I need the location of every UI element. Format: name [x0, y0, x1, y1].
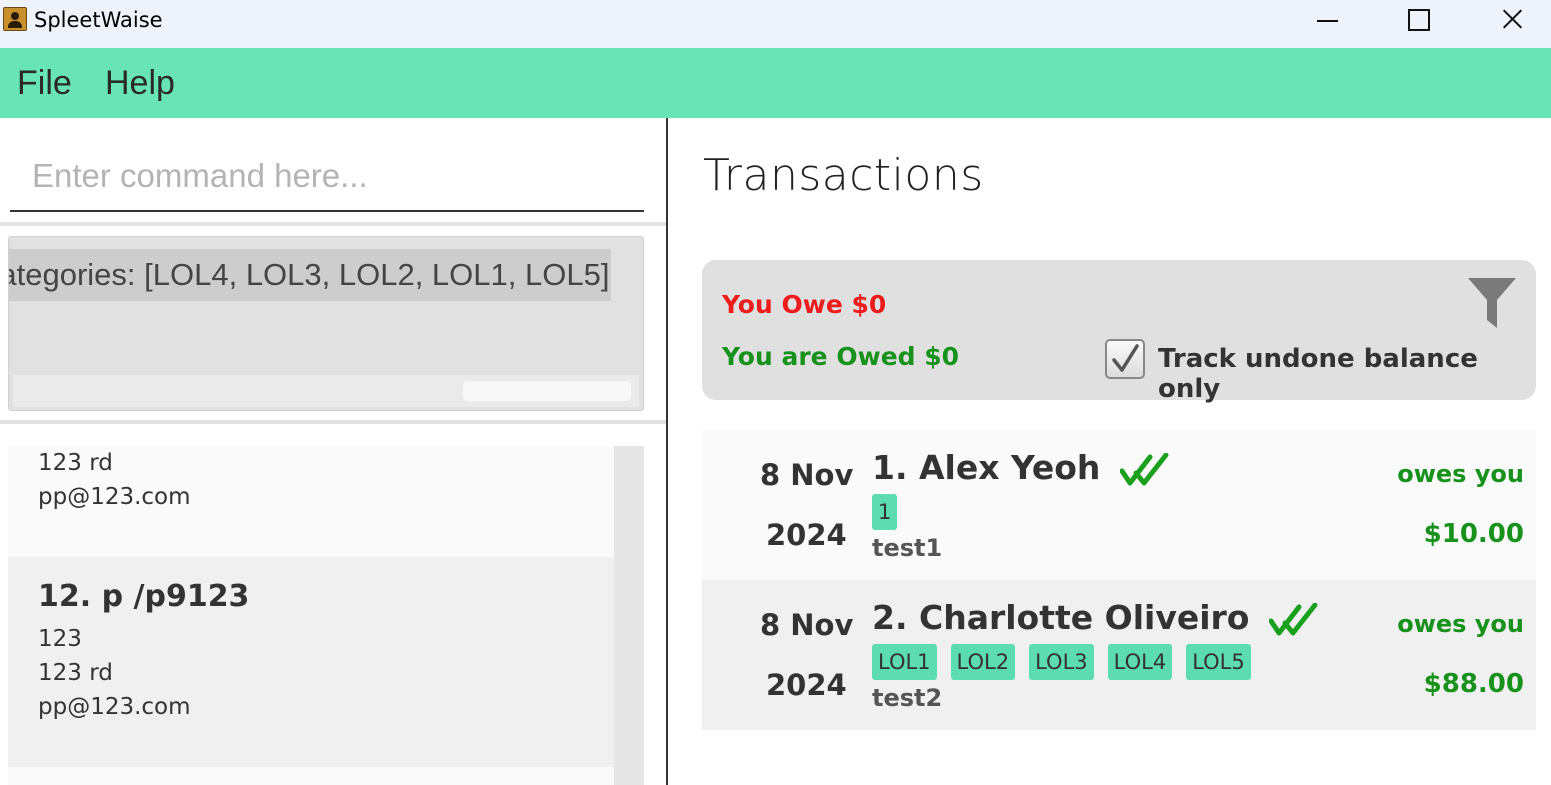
category-tag: LOL5: [1186, 644, 1251, 680]
left-panel: Categories: [LOL4, LOL3, LOL2, LOL1, LOL…: [0, 118, 666, 785]
transaction-day: 8 Nov: [760, 458, 854, 492]
transaction-description: test2: [872, 684, 943, 712]
funnel-icon[interactable]: [1468, 278, 1516, 328]
transaction-categories: LOL1 LOL2 LOL3 LOL4 LOL5: [872, 644, 1265, 680]
transaction-categories: 1: [872, 494, 911, 530]
checkmark-icon: [1112, 344, 1139, 372]
divider: [0, 222, 666, 226]
track-undone-label: Track undone balance only: [1158, 344, 1478, 404]
menu-bar: File Help: [0, 48, 1551, 118]
category-tag: LOL4: [1107, 644, 1173, 680]
title-bar: SpleetWaise: [0, 0, 1551, 48]
command-box: [10, 140, 644, 212]
track-undone-checkbox[interactable]: [1105, 339, 1145, 379]
balance-summary: You Owe $0 You are Owed $0 Track undone …: [702, 260, 1536, 404]
transaction-person-name: 1. Alex Yeoh: [872, 448, 1101, 487]
done-double-check-icon: [1119, 452, 1169, 485]
close-button[interactable]: [1464, 0, 1551, 40]
scrollbar-thumb[interactable]: [463, 381, 631, 401]
transaction-person: 1. Alex Yeoh: [872, 448, 1170, 487]
menu-help[interactable]: Help: [105, 64, 175, 103]
transaction-amount: $10.00: [1423, 519, 1524, 549]
person-email: pp@123.com: [38, 484, 191, 510]
result-text[interactable]: Categories: [LOL4, LOL3, LOL2, LOL1, LOL…: [9, 249, 612, 301]
command-input[interactable]: [32, 154, 632, 198]
you-are-owed-label: You are Owed $0: [722, 342, 960, 371]
transaction-relation: owes you: [1397, 610, 1524, 638]
person-list[interactable]: 123 rd pp@123.com 12. p /p9123 123 123 r…: [8, 446, 644, 785]
person-name: 12. p /p9123: [38, 579, 250, 614]
menu-file[interactable]: File: [17, 64, 72, 103]
list-item[interactable]: 12. p /p9123 123 123 rd pp@123.com: [8, 557, 614, 767]
done-double-check-icon: [1268, 602, 1318, 635]
person-email: pp@123.com: [38, 694, 191, 720]
person-address: 123 rd: [38, 450, 113, 476]
category-tag: 1: [872, 494, 898, 530]
horizontal-scrollbar[interactable]: [13, 375, 639, 407]
minimize-button[interactable]: [1282, 0, 1374, 40]
transaction-year: 2024: [766, 668, 847, 702]
split-divider[interactable]: [666, 118, 668, 785]
transaction-person-name: 2. Charlotte Oliveiro: [872, 598, 1250, 637]
page-title: Transactions: [703, 150, 984, 201]
transaction-year: 2024: [766, 518, 847, 552]
transaction-row[interactable]: 8 Nov 2024 1. Alex Yeoh 1 test1 owes you…: [702, 430, 1536, 580]
transaction-person: 2. Charlotte Oliveiro: [872, 598, 1319, 637]
person-phone: 123: [38, 626, 82, 652]
transaction-relation: owes you: [1397, 460, 1524, 488]
window-title: SpleetWaise: [34, 8, 163, 32]
category-tag: LOL1: [872, 644, 937, 680]
address-book-icon: [3, 7, 27, 31]
transaction-amount: $88.00: [1423, 669, 1524, 699]
list-item[interactable]: [8, 767, 614, 785]
divider: [0, 420, 666, 424]
person-address: 123 rd: [38, 660, 113, 686]
transaction-row[interactable]: 8 Nov 2024 2. Charlotte Oliveiro LOL1 LOL…: [702, 580, 1536, 730]
vertical-scrollbar[interactable]: [614, 446, 644, 785]
you-owe-label: You Owe $0: [722, 290, 887, 319]
category-tag: LOL3: [1029, 644, 1094, 680]
result-display: Categories: [LOL4, LOL3, LOL2, LOL1, LOL…: [8, 236, 644, 411]
transaction-day: 8 Nov: [760, 608, 854, 642]
maximize-button[interactable]: [1372, 0, 1464, 40]
category-tag: LOL2: [950, 644, 1016, 680]
transaction-description: test1: [872, 534, 943, 562]
list-item[interactable]: 123 rd pp@123.com: [8, 446, 614, 557]
